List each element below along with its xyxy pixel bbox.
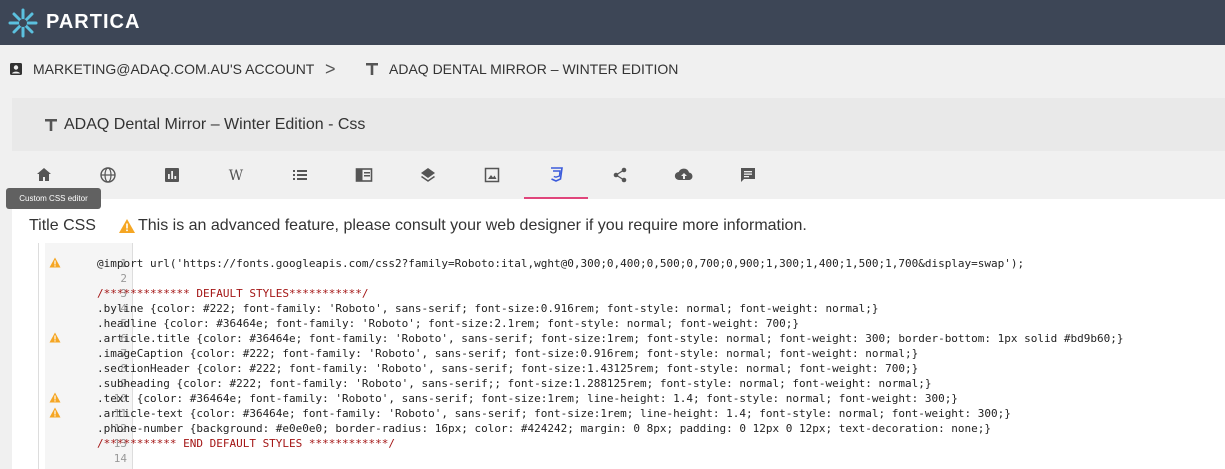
tab-bar: W bbox=[12, 151, 1225, 199]
text-type-icon bbox=[44, 118, 58, 132]
css3-icon bbox=[551, 167, 563, 182]
list-icon bbox=[293, 170, 307, 180]
code-text: .article-text {color: #36464e; font-fami… bbox=[97, 407, 1011, 420]
tooltip: Custom CSS editor bbox=[6, 188, 101, 209]
code-text: .headline {color: #36464e; font-family: … bbox=[97, 317, 799, 330]
code-line[interactable]: 3/************* DEFAULT STYLES**********… bbox=[39, 286, 1225, 301]
home-icon bbox=[37, 168, 51, 181]
code-text: .phone-number {background: #e0e0e0; bord… bbox=[97, 422, 992, 435]
image-icon bbox=[484, 167, 500, 183]
code-line[interactable]: 14 bbox=[39, 451, 1225, 466]
breadcrumb-separator: > bbox=[325, 59, 336, 79]
breadcrumb-account-label: MARKETING@ADAQ.COM.AU'S ACCOUNT bbox=[33, 61, 315, 77]
warning-message: This is an advanced feature, please cons… bbox=[137, 217, 807, 234]
line-warning-icon[interactable] bbox=[49, 407, 61, 422]
wikipedia-icon: W bbox=[229, 168, 244, 184]
panel-title: ADAQ Dental Mirror – Winter Edition - Cs… bbox=[64, 115, 366, 133]
css-code-editor[interactable]: 1 @import url('https://fonts.googleapis.c… bbox=[38, 243, 1225, 469]
breadcrumb-document[interactable]: ADAQ DENTAL MIRROR – WINTER EDITION bbox=[365, 61, 678, 77]
partica-logo-icon[interactable] bbox=[7, 7, 39, 39]
tab-css[interactable] bbox=[524, 151, 588, 199]
text-type-icon bbox=[365, 62, 379, 76]
layout-icon bbox=[355, 168, 373, 182]
breadcrumb: MARKETING@ADAQ.COM.AU'S ACCOUNT > ADAQ D… bbox=[0, 45, 1225, 97]
tab-list[interactable] bbox=[268, 151, 332, 199]
tab-layers[interactable] bbox=[396, 151, 460, 199]
tab-comments[interactable] bbox=[716, 151, 780, 199]
account-box-icon bbox=[9, 62, 23, 76]
code-line[interactable]: 6 .article.title {color: #36464e; font-fa… bbox=[39, 331, 1225, 346]
code-line[interactable]: 12 .phone-number {background: #e0e0e0; bo… bbox=[39, 421, 1225, 436]
svg-text:W: W bbox=[229, 168, 244, 184]
warning-icon bbox=[118, 218, 136, 234]
brand-name: PARTICA bbox=[46, 11, 141, 33]
tab-share[interactable] bbox=[588, 151, 652, 199]
tab-wikipedia[interactable]: W bbox=[204, 151, 268, 199]
code-text: .sectionHeader {color: #222; font-family… bbox=[97, 362, 919, 375]
code-line[interactable]: 7 .imageCaption {color: #222; font-family… bbox=[39, 346, 1225, 361]
code-text: /************* DEFAULT STYLES***********… bbox=[97, 287, 369, 300]
layers-icon bbox=[421, 168, 435, 182]
tab-chart[interactable] bbox=[140, 151, 204, 199]
globe-icon bbox=[100, 167, 116, 183]
code-text: .byline {color: #222; font-family: 'Robo… bbox=[97, 302, 879, 315]
code-text: @import url('https://fonts.googleapis.co… bbox=[97, 257, 1025, 270]
tab-image[interactable] bbox=[460, 151, 524, 199]
line-number: 14 bbox=[113, 452, 127, 465]
line-warning-icon[interactable] bbox=[49, 257, 61, 272]
code-text: .subheading {color: #222; font-family: '… bbox=[97, 377, 932, 390]
code-line[interactable]: 5 .headline {color: #36464e; font-family:… bbox=[39, 316, 1225, 331]
code-line[interactable]: 2 bbox=[39, 271, 1225, 286]
cloud-upload-icon bbox=[674, 168, 693, 181]
tab-publish[interactable] bbox=[652, 151, 716, 199]
top-bar: PARTICA bbox=[0, 0, 1225, 45]
comment-icon bbox=[741, 168, 755, 182]
title-css-row: Title CSS This is an advanced feature, p… bbox=[29, 215, 807, 237]
code-text: .text {color: #36464e; font-family: 'Rob… bbox=[97, 392, 958, 405]
tab-layout[interactable] bbox=[332, 151, 396, 199]
line-warning-icon[interactable] bbox=[49, 332, 61, 347]
panel-header: ADAQ Dental Mirror – Winter Edition - Cs… bbox=[12, 98, 1225, 151]
code-text: .article.title {color: #36464e; font-fam… bbox=[97, 332, 1124, 345]
share-icon bbox=[613, 167, 627, 183]
code-text: .imageCaption {color: #222; font-family:… bbox=[97, 347, 919, 360]
code-line[interactable]: 4 .byline {color: #222; font-family: 'Rob… bbox=[39, 301, 1225, 316]
code-line[interactable]: 11 .article-text {color: #36464e; font-fa… bbox=[39, 406, 1225, 421]
title-css-label: Title CSS bbox=[29, 217, 96, 234]
line-warning-icon[interactable] bbox=[49, 392, 61, 407]
line-number: 2 bbox=[120, 272, 127, 285]
breadcrumb-document-label: ADAQ DENTAL MIRROR – WINTER EDITION bbox=[389, 61, 679, 77]
code-line[interactable]: 10 .text {color: #36464e; font-family: 'R… bbox=[39, 391, 1225, 406]
code-line[interactable]: 1 @import url('https://fonts.googleapis.c… bbox=[39, 256, 1225, 271]
chart-icon bbox=[165, 168, 179, 182]
code-line[interactable]: 9 .subheading {color: #222; font-family: … bbox=[39, 376, 1225, 391]
code-line[interactable]: 13/*********** END DEFAULT STYLES ******… bbox=[39, 436, 1225, 451]
breadcrumb-account[interactable]: MARKETING@ADAQ.COM.AU'S ACCOUNT bbox=[9, 61, 314, 77]
code-text: /*********** END DEFAULT STYLES ********… bbox=[97, 437, 396, 450]
code-line[interactable]: 8 .sectionHeader {color: #222; font-famil… bbox=[39, 361, 1225, 376]
